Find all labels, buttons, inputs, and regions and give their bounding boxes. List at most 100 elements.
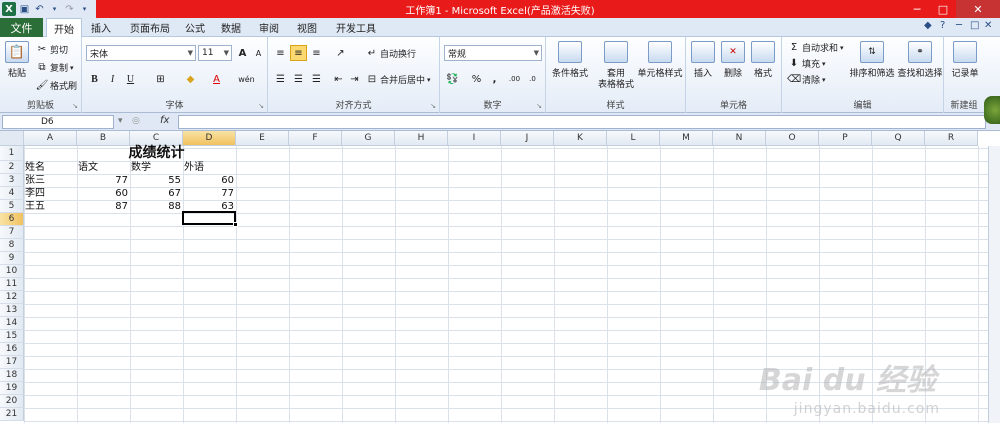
score-cell[interactable]: 60 [184,174,236,187]
help-icon[interactable]: ? [940,20,945,31]
row-header-14[interactable]: 14 [0,317,24,330]
tab-formulas[interactable]: 公式 [180,18,210,37]
maximize-button[interactable]: □ [930,0,956,18]
phonetic-button[interactable]: wén [238,71,255,87]
tab-insert[interactable]: 插入 [84,18,118,37]
fill-color-icon[interactable]: ◆ [182,71,199,87]
column-header-i[interactable]: I [448,131,501,146]
align-left-icon[interactable]: ☰ [272,71,289,87]
number-format-combo[interactable]: 常规 ▼ [444,45,542,61]
doc-minimize-icon[interactable]: ─ [956,20,962,31]
currency-icon[interactable]: 💱 [444,71,461,87]
column-header-n[interactable]: N [713,131,766,146]
grow-font-button[interactable]: A [234,45,251,61]
fill-handle[interactable] [233,222,238,227]
column-header-r[interactable]: R [925,131,978,146]
underline-button[interactable]: U [122,71,139,87]
row-header-10[interactable]: 10 [0,265,24,278]
delete-cells-button[interactable]: ✕ 删除 [718,41,748,80]
tab-page-layout[interactable]: 页面布局 [124,18,176,37]
column-header-g[interactable]: G [342,131,395,146]
name-cell[interactable]: 王五 [25,200,77,213]
column-header-b[interactable]: B [77,131,130,146]
column-header-q[interactable]: Q [872,131,925,146]
name-cell[interactable]: 张三 [25,174,77,187]
font-name-combo[interactable]: 宋体 ▼ [86,45,196,61]
format-painter-button[interactable]: 🖌 格式刷 [36,79,77,92]
column-header-a[interactable]: A [24,131,77,146]
tab-data[interactable]: 数据 [216,18,246,37]
header-cell[interactable]: 数学 [131,161,183,174]
tab-file[interactable]: 文件 [0,18,43,37]
row-header-11[interactable]: 11 [0,278,24,291]
column-header-j[interactable]: J [501,131,554,146]
tab-developer[interactable]: 开发工具 [332,18,380,37]
formula-input[interactable] [178,115,986,129]
cut-button[interactable]: ✂ 剪切 [36,43,68,56]
align-right-icon[interactable]: ☰ [308,71,325,87]
row-header-20[interactable]: 20 [0,395,24,408]
column-header-o[interactable]: O [766,131,819,146]
row-header-16[interactable]: 16 [0,343,24,356]
increase-indent-icon[interactable]: ⇥ [346,71,363,87]
align-middle-icon[interactable]: ≡ [290,45,307,61]
dialog-launcher-icon[interactable]: ↘ [72,102,78,110]
close-button[interactable]: ✕ [956,0,1000,18]
score-cell[interactable]: 77 [184,187,236,200]
row-header-19[interactable]: 19 [0,382,24,395]
doc-close-icon[interactable]: ✕ [984,20,992,31]
select-all-button[interactable] [0,131,24,146]
percent-button[interactable]: % [468,71,485,87]
dialog-launcher-icon[interactable]: ↘ [536,102,542,110]
cell-styles-button[interactable]: 单元格样式 [634,41,686,80]
align-bottom-icon[interactable]: ≡ [308,45,325,61]
row-header-4[interactable]: 4 [0,187,24,200]
row-header-17[interactable]: 17 [0,356,24,369]
merge-center-button[interactable]: ⊟ 合并后居中 ▾ [366,73,431,86]
shrink-font-button[interactable]: A [250,45,267,61]
name-cell[interactable]: 李四 [25,187,77,200]
autosum-button[interactable]: Σ 自动求和 ▾ [788,41,844,54]
score-cell[interactable]: 87 [78,200,130,213]
active-cell-d6[interactable] [182,211,236,225]
column-header-c[interactable]: C [130,131,183,146]
column-header-l[interactable]: L [607,131,660,146]
insert-cells-button[interactable]: 插入 [688,41,718,80]
column-header-f[interactable]: F [289,131,342,146]
row-header-8[interactable]: 8 [0,239,24,252]
vertical-scrollbar[interactable] [988,146,1000,423]
column-header-m[interactable]: M [660,131,713,146]
row-header-1[interactable]: 1 [0,146,24,161]
header-cell[interactable]: 姓名 [25,161,77,174]
header-cell[interactable]: 语文 [78,161,130,174]
dialog-launcher-icon[interactable]: ↘ [258,102,264,110]
score-cell[interactable]: 88 [131,200,183,213]
record-form-button[interactable]: 记录单 [948,41,982,80]
expand-icon[interactable]: ◎ [132,116,140,126]
align-top-icon[interactable]: ≡ [272,45,289,61]
column-header-p[interactable]: P [819,131,872,146]
clear-button[interactable]: ⌫ 清除 ▾ [787,73,826,86]
conditional-format-button[interactable]: 条件格式 [550,41,590,80]
font-size-combo[interactable]: 11 ▼ [198,45,232,61]
format-cells-button[interactable]: 格式 [748,41,778,80]
header-cell[interactable]: 外语 [184,161,236,174]
row-header-6[interactable]: 6 [0,213,24,226]
row-header-12[interactable]: 12 [0,291,24,304]
row-header-2[interactable]: 2 [0,161,24,174]
align-center-icon[interactable]: ☰ [290,71,307,87]
sheet-title-cell[interactable]: 成绩统计 [77,146,236,161]
name-box-dropdown-icon[interactable]: ▾ [118,116,123,126]
borders-icon[interactable]: ⊞ [152,71,169,87]
column-header-e[interactable]: E [236,131,289,146]
row-header-9[interactable]: 9 [0,252,24,265]
copy-button[interactable]: ⧉ 复制 ▾ [36,61,73,74]
sort-filter-button[interactable]: ⇅ 排序和筛选 [848,41,896,80]
italic-button[interactable]: I [104,71,121,87]
increase-decimal-icon[interactable]: .00 [506,71,523,87]
score-cell[interactable]: 60 [78,187,130,200]
decrease-decimal-icon[interactable]: .0 [524,71,541,87]
score-cell[interactable]: 55 [131,174,183,187]
format-as-table-button[interactable]: 套用 表格格式 [596,41,636,91]
row-header-15[interactable]: 15 [0,330,24,343]
